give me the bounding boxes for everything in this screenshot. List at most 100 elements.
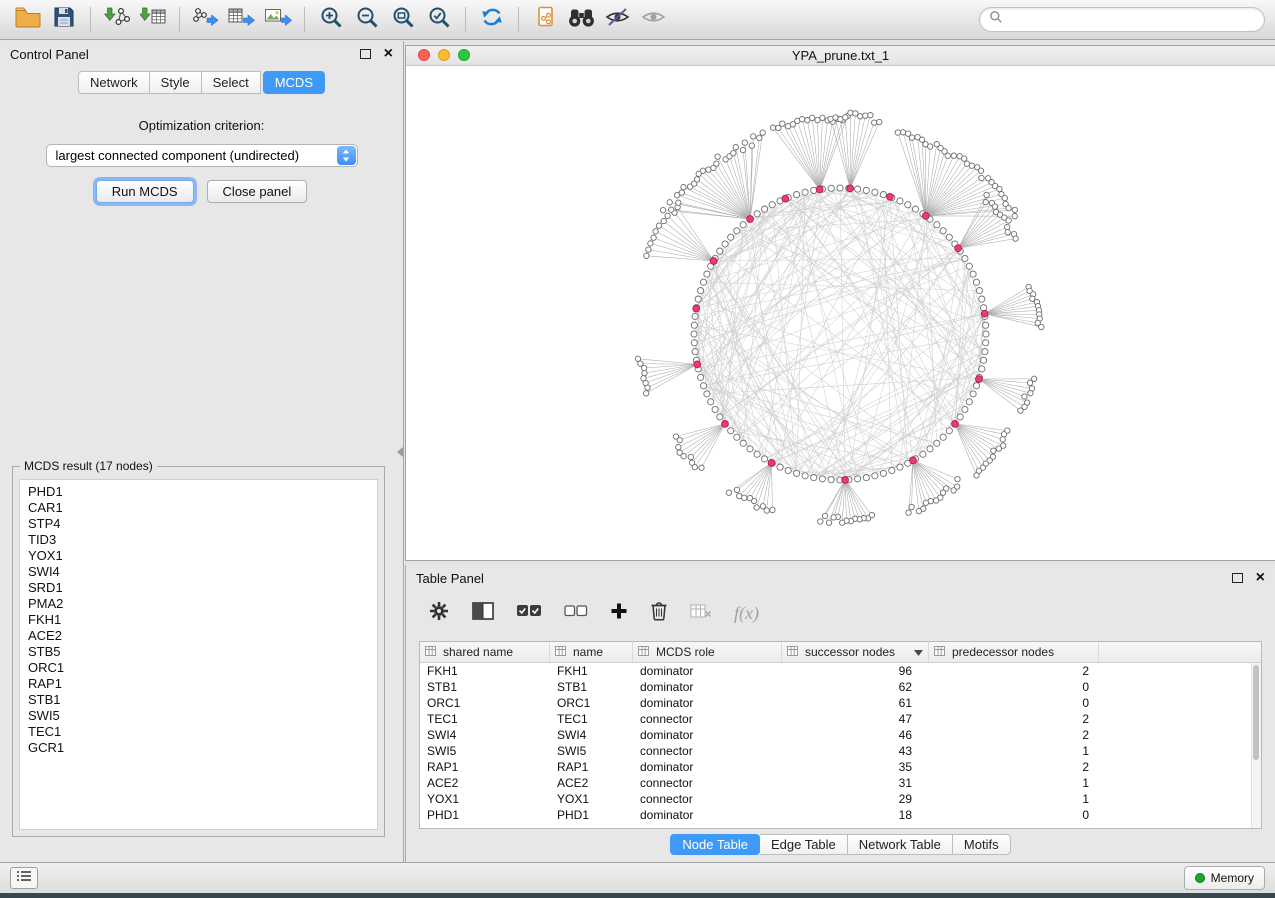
table-scrollbar[interactable] bbox=[1251, 663, 1261, 828]
share-document-button[interactable] bbox=[527, 4, 563, 36]
network-search-box[interactable] bbox=[979, 7, 1265, 32]
table-row[interactable]: TEC1TEC1connector472 bbox=[420, 711, 1261, 727]
table-cell: ORC1 bbox=[420, 696, 550, 710]
network-window: YPA_prune.txt_1 bbox=[405, 45, 1275, 561]
column-header-filler bbox=[1099, 642, 1261, 662]
show-hidden-button[interactable] bbox=[635, 4, 671, 36]
close-panel-icon[interactable]: × bbox=[384, 46, 393, 62]
column-header-name[interactable]: name bbox=[550, 642, 633, 662]
network-canvas-svg[interactable] bbox=[406, 66, 1274, 560]
mcds-result-item[interactable]: STP4 bbox=[28, 516, 377, 532]
zoom-in-button[interactable] bbox=[313, 4, 349, 36]
float-panel-icon[interactable] bbox=[1232, 573, 1243, 583]
mcds-result-item[interactable]: TID3 bbox=[28, 532, 377, 548]
scrollbar-thumb[interactable] bbox=[1253, 665, 1259, 760]
mcds-result-item[interactable]: STB1 bbox=[28, 692, 377, 708]
refresh-icon bbox=[479, 5, 505, 34]
zoom-selected-button[interactable] bbox=[421, 4, 457, 36]
zoom-out-button[interactable] bbox=[349, 4, 385, 36]
mcds-result-item[interactable]: PHD1 bbox=[28, 484, 377, 500]
column-header-shared-name[interactable]: shared name bbox=[420, 642, 550, 662]
zoom-fit-button[interactable] bbox=[385, 4, 421, 36]
table-cell: PHD1 bbox=[550, 808, 633, 822]
import-table-file-button[interactable] bbox=[135, 4, 171, 36]
mcds-result-item[interactable]: STB5 bbox=[28, 644, 377, 660]
tab-motifs[interactable]: Motifs bbox=[953, 834, 1011, 855]
mcds-result-item[interactable]: SRD1 bbox=[28, 580, 377, 596]
tab-network-table[interactable]: Network Table bbox=[848, 834, 953, 855]
export-table-button[interactable] bbox=[224, 4, 260, 36]
network-canvas[interactable] bbox=[406, 66, 1275, 560]
table-row[interactable]: YOX1YOX1connector291 bbox=[420, 791, 1261, 807]
gear-icon bbox=[428, 600, 450, 627]
sort-descending-icon bbox=[914, 645, 923, 659]
column-header-successor-nodes[interactable]: successor nodes bbox=[782, 642, 929, 662]
hide-selected-button[interactable] bbox=[599, 4, 635, 36]
node-table-body: FKH1FKH1dominator962STB1STB1dominator620… bbox=[420, 663, 1261, 823]
tab-network[interactable]: Network bbox=[78, 71, 150, 94]
table-cell: 61 bbox=[782, 696, 929, 710]
table-settings-button[interactable] bbox=[428, 600, 450, 627]
table-row[interactable]: SWI5SWI5connector431 bbox=[420, 743, 1261, 759]
minimize-window-button[interactable] bbox=[438, 49, 450, 61]
run-mcds-button[interactable]: Run MCDS bbox=[96, 180, 194, 203]
mcds-result-item[interactable]: CAR1 bbox=[28, 500, 377, 516]
mcds-result-item[interactable]: RAP1 bbox=[28, 676, 377, 692]
status-menu-button[interactable] bbox=[10, 867, 38, 889]
close-panel-button[interactable]: Close panel bbox=[207, 180, 308, 203]
panel-collapse-handle[interactable] bbox=[397, 447, 403, 457]
tab-edge-table[interactable]: Edge Table bbox=[760, 834, 848, 855]
export-network-button[interactable] bbox=[188, 4, 224, 36]
close-panel-icon[interactable]: × bbox=[1256, 570, 1265, 586]
delete-column-button[interactable] bbox=[650, 600, 668, 626]
memory-button[interactable]: Memory bbox=[1184, 866, 1265, 890]
table-row[interactable]: ORC1ORC1dominator610 bbox=[420, 695, 1261, 711]
network-window-title: YPA_prune.txt_1 bbox=[792, 48, 889, 63]
table-row[interactable]: ACE2ACE2connector311 bbox=[420, 775, 1261, 791]
show-columns-button[interactable] bbox=[472, 602, 494, 625]
refresh-view-button[interactable] bbox=[474, 4, 510, 36]
table-cell: SWI5 bbox=[550, 744, 633, 758]
close-window-button[interactable] bbox=[418, 49, 430, 61]
table-row[interactable]: RAP1RAP1dominator352 bbox=[420, 759, 1261, 775]
mcds-result-item[interactable]: ACE2 bbox=[28, 628, 377, 644]
select-all-columns-button[interactable] bbox=[516, 604, 542, 623]
search-input[interactable] bbox=[1009, 11, 1255, 28]
tab-node-table[interactable]: Node Table bbox=[670, 834, 760, 855]
mcds-result-item[interactable]: SWI4 bbox=[28, 564, 377, 580]
search-network-button[interactable] bbox=[563, 4, 599, 36]
unselect-all-columns-button[interactable] bbox=[564, 604, 588, 622]
mcds-result-item[interactable]: ORC1 bbox=[28, 660, 377, 676]
network-window-titlebar[interactable]: YPA_prune.txt_1 bbox=[406, 46, 1275, 66]
table-cell: dominator bbox=[633, 808, 782, 822]
column-header-predecessor-nodes[interactable]: predecessor nodes bbox=[929, 642, 1099, 662]
tab-select[interactable]: Select bbox=[202, 71, 261, 94]
float-panel-icon[interactable] bbox=[360, 49, 371, 59]
node-table: shared name name MCDS role successor nod… bbox=[419, 641, 1262, 829]
tab-mcds[interactable]: MCDS bbox=[263, 71, 325, 94]
table-row[interactable]: PHD1PHD1dominator180 bbox=[420, 807, 1261, 823]
folder-icon bbox=[15, 6, 41, 33]
create-column-button[interactable] bbox=[610, 602, 628, 625]
mcds-result-item[interactable]: SWI5 bbox=[28, 708, 377, 724]
table-row[interactable]: STB1STB1dominator620 bbox=[420, 679, 1261, 695]
mcds-result-item[interactable]: FKH1 bbox=[28, 612, 377, 628]
open-session-button[interactable] bbox=[10, 4, 46, 36]
save-session-button[interactable] bbox=[46, 4, 82, 36]
mcds-result-item[interactable]: TEC1 bbox=[28, 724, 377, 740]
table-cell: ORC1 bbox=[550, 696, 633, 710]
mcds-result-list[interactable]: PHD1CAR1STP4TID3YOX1SWI4SRD1PMA2FKH1ACE2… bbox=[19, 479, 378, 830]
table-cell: TEC1 bbox=[550, 712, 633, 726]
criterion-dropdown[interactable]: largest connected component (undirected) bbox=[46, 144, 358, 167]
maximize-window-button[interactable] bbox=[458, 49, 470, 61]
column-header-mcds-role[interactable]: MCDS role bbox=[633, 642, 782, 662]
tab-style[interactable]: Style bbox=[150, 71, 202, 94]
table-row[interactable]: SWI4SWI4dominator462 bbox=[420, 727, 1261, 743]
table-row[interactable]: FKH1FKH1dominator962 bbox=[420, 663, 1261, 679]
mcds-result-item[interactable]: GCR1 bbox=[28, 740, 377, 756]
import-network-file-button[interactable] bbox=[99, 4, 135, 36]
export-image-button[interactable] bbox=[260, 4, 296, 36]
mcds-result-item[interactable]: PMA2 bbox=[28, 596, 377, 612]
trash-icon bbox=[650, 600, 668, 626]
mcds-result-item[interactable]: YOX1 bbox=[28, 548, 377, 564]
